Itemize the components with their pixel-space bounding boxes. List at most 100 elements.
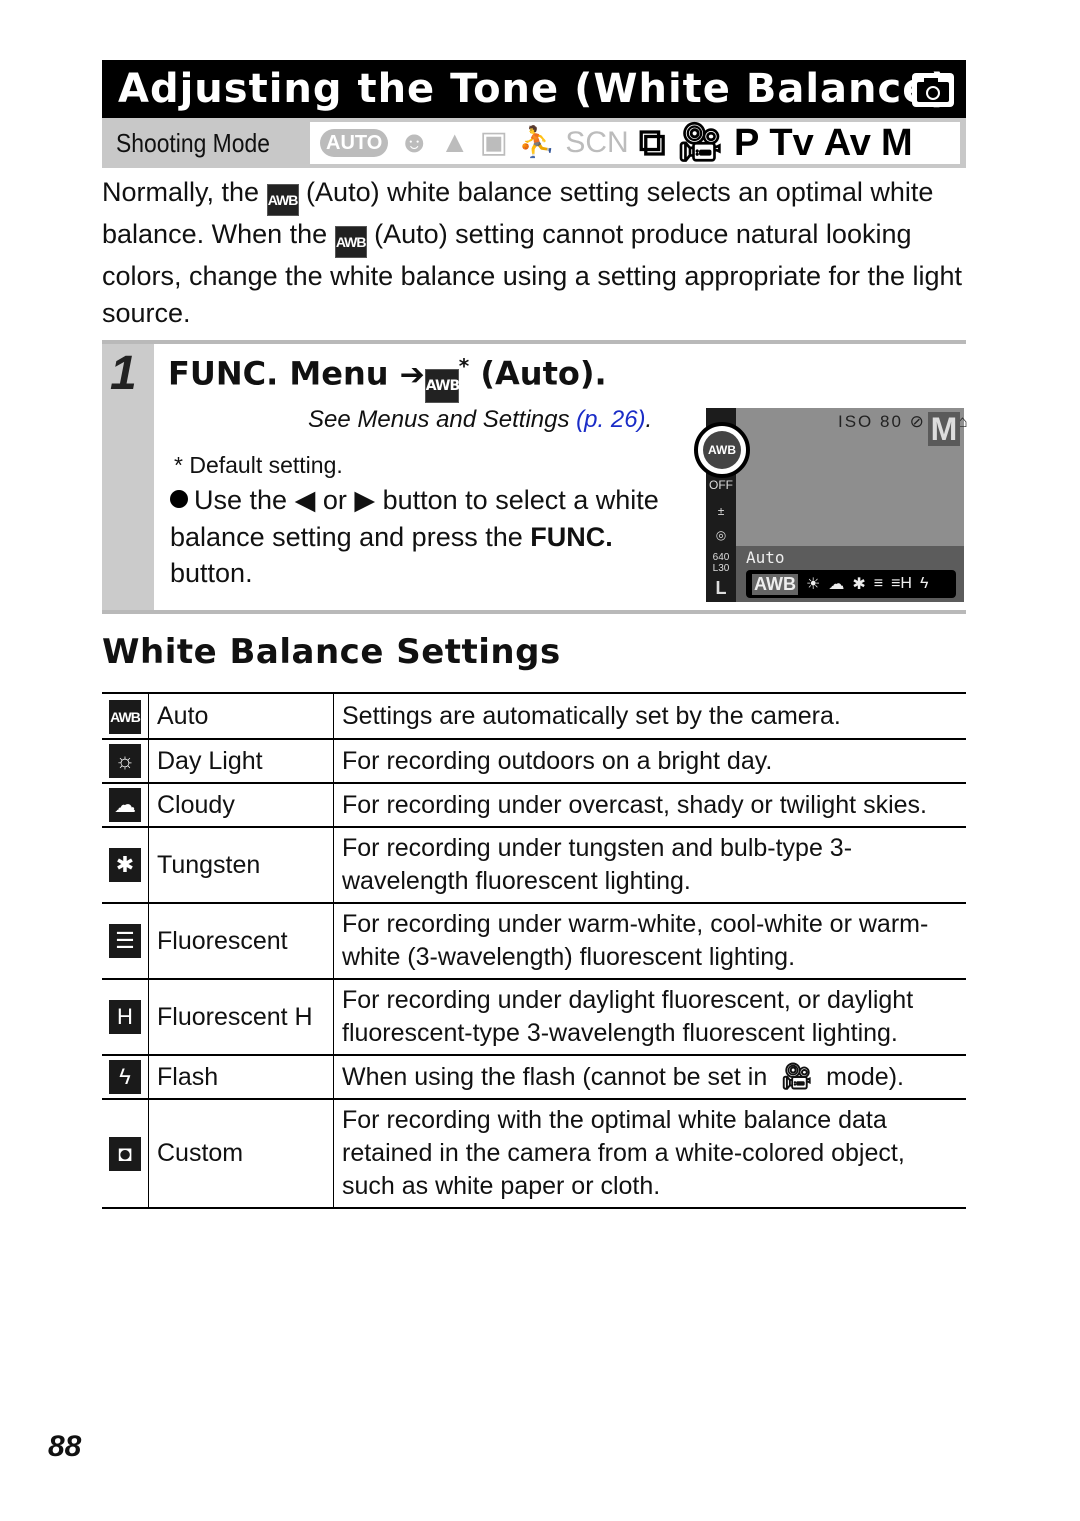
awb-icon: AWB	[424, 368, 460, 403]
lcd-bottom-panel: Auto AWB ☀ ☁ ✱ ≡ ≡H ϟ	[736, 546, 964, 602]
lcd-daylight-icon: ☀	[806, 576, 821, 593]
custom-icon: ◘	[109, 1136, 141, 1171]
default-note: * Default setting.	[174, 452, 343, 478]
p-mode-icon: P	[734, 122, 760, 164]
shooting-mode-bar: Shooting Mode AUTO ☻ ▲ ▣ ⛹ SCN ⧉ 🎥︎ P Tv…	[102, 118, 966, 168]
intro-text-1: Normally, the	[102, 177, 267, 207]
shooting-mode-label: Shooting Mode	[116, 128, 270, 158]
scn-mode-icon: SCN	[565, 126, 629, 159]
lcd-quality-icon: L	[715, 578, 727, 598]
sports-mode-icon: ⛹	[517, 126, 556, 159]
landscape-mode-icon: ▲	[439, 126, 470, 159]
setting-description: For recording under daylight fluorescent…	[333, 978, 966, 1056]
setting-name: Tungsten	[148, 826, 334, 904]
setting-name: Auto	[148, 692, 334, 740]
lcd-bracket-icon: OFF	[709, 478, 733, 492]
page-title: Adjusting the Tone (White Balance)	[118, 66, 950, 112]
setting-description: For recording under tungsten and bulb-ty…	[333, 826, 966, 904]
see-end: .	[645, 406, 653, 433]
fluorescent-h-icon: H	[109, 1000, 141, 1034]
lcd-selected-awb: AWB	[703, 431, 741, 469]
step-number-column: 1	[102, 344, 154, 610]
lcd-highlight-circle: AWB	[694, 422, 750, 478]
stitch-assist-icon: ⧉	[638, 122, 666, 164]
lcd-metering-icon: ◎	[715, 528, 727, 542]
lcd-fluorescent-h-icon: ≡H	[891, 575, 912, 592]
cloudy-icon: ☁	[109, 788, 141, 822]
table-row: AWB Auto Settings are automatically set …	[102, 692, 966, 740]
bullet-icon	[170, 490, 188, 508]
tv-mode-icon: Tv	[769, 122, 814, 164]
camera-icon	[912, 73, 954, 107]
camera-lcd-screen: OFF ± ◎ 640 L30 L AWB ISO 80 ⊘ ▢ ⌂ M Aut…	[694, 408, 968, 602]
step-title-prefix: FUNC. Menu	[168, 354, 389, 393]
lcd-resolution-icon: 640 L30	[712, 552, 730, 574]
lcd-awb-icon: AWB	[752, 573, 798, 595]
bullet-text-or: or	[315, 485, 355, 515]
shooting-mode-icons: AUTO ☻ ▲ ▣ ⛹ SCN ⧉ 🎥︎ P Tv Av M	[310, 122, 960, 164]
bullet-text-a: Use the	[194, 485, 295, 515]
flash-desc-a: When using the flash (cannot be set in	[342, 1063, 775, 1091]
table-row: ☼ Day Light For recording outdoors on a …	[102, 738, 966, 784]
see-text: See Menus and Settings	[308, 406, 577, 433]
intro-paragraph: Normally, the AWB (Auto) white balance s…	[102, 174, 972, 331]
table-row: H Fluorescent H For recording under dayl…	[102, 978, 966, 1056]
table-row: ☁ Cloudy For recording under overcast, s…	[102, 782, 966, 828]
func-label: FUNC.	[530, 521, 613, 552]
auto-mode-icon: AUTO	[320, 129, 389, 157]
section-heading: White Balance Settings	[102, 632, 561, 672]
movie-mode-icon: 🎥︎	[675, 122, 725, 164]
flash-desc-b: mode).	[819, 1063, 904, 1091]
lcd-wb-strip: AWB ☀ ☁ ✱ ≡ ≡H ϟ	[746, 570, 956, 598]
right-arrow-icon: ▶	[354, 485, 376, 515]
page-number: 88	[48, 1430, 82, 1463]
left-arrow-icon: ◀	[294, 485, 316, 515]
awb-icon: AWB	[266, 184, 299, 216]
lcd-tungsten-icon: ✱	[852, 576, 866, 593]
daylight-icon: ☼	[109, 744, 141, 778]
setting-name: Cloudy	[148, 782, 334, 828]
setting-name: Flash	[148, 1054, 334, 1100]
lcd-cloudy-icon: ☁	[828, 576, 845, 593]
setting-name: Day Light	[148, 738, 334, 784]
lcd-exposure-icon: ±	[717, 504, 725, 518]
special-scene-icon: ▣	[479, 126, 508, 159]
setting-description: When using the flash (cannot be set in 🎥…	[333, 1054, 966, 1100]
step-1-box: 1 FUNC. Menu ➔AWB* (Auto). See Menus and…	[102, 340, 968, 614]
tungsten-icon: ✱	[109, 848, 141, 882]
awb-icon: AWB	[109, 700, 141, 734]
movie-mode-icon: 🎥︎	[780, 1061, 814, 1091]
setting-name: Fluorescent	[148, 902, 334, 980]
setting-name: Custom	[148, 1098, 334, 1209]
arrow-right-icon: ➔	[399, 357, 425, 393]
step-title: FUNC. Menu ➔AWB* (Auto).	[168, 354, 607, 403]
step-number: 1	[110, 347, 137, 400]
lcd-fluorescent-icon: ≡	[873, 575, 884, 592]
asterisk: *	[458, 354, 470, 378]
setting-description: Settings are automatically set by the ca…	[333, 692, 966, 740]
m-mode-icon: M	[880, 122, 913, 164]
fluorescent-icon: ☰	[109, 924, 141, 958]
bullet-text-c: button.	[170, 558, 253, 588]
table-row: ϟ Flash When using the flash (cannot be …	[102, 1054, 966, 1100]
setting-description: For recording outdoors on a bright day.	[333, 738, 966, 784]
setting-name: Fluorescent H	[148, 978, 334, 1056]
table-row: ◘ Custom For recording with the optimal …	[102, 1098, 966, 1209]
table-row: ☰ Fluorescent For recording under warm-w…	[102, 902, 966, 980]
page-link[interactable]: (p. 26)	[576, 406, 645, 433]
instruction-bullet: Use the ◀ or ▶ button to select a white …	[170, 482, 690, 592]
setting-description: For recording under overcast, shady or t…	[333, 782, 966, 828]
lcd-flash-icon: ϟ	[919, 575, 929, 592]
title-bar: Adjusting the Tone (White Balance)	[102, 60, 966, 118]
see-reference: See Menus and Settings (p. 26).	[308, 406, 652, 434]
setting-description: For recording with the optimal white bal…	[333, 1098, 966, 1209]
lcd-current-setting: Auto	[746, 548, 785, 567]
av-mode-icon: Av	[823, 122, 871, 164]
setting-description: For recording under warm-white, cool-whi…	[333, 902, 966, 980]
awb-icon: AWB	[334, 226, 367, 258]
portrait-mode-icon: ☻	[398, 126, 430, 159]
flash-icon: ϟ	[109, 1060, 141, 1094]
white-balance-table: AWB Auto Settings are automatically set …	[102, 692, 966, 1209]
step-title-suffix: (Auto).	[480, 354, 607, 393]
table-row: ✱ Tungsten For recording under tungsten …	[102, 826, 966, 904]
